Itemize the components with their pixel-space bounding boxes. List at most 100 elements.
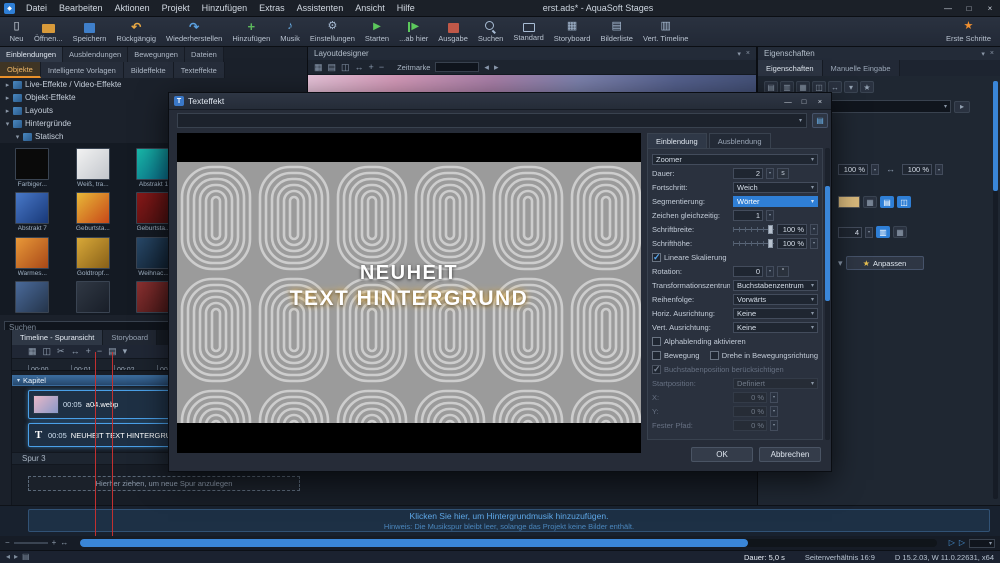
step-forward-icon[interactable] bbox=[494, 63, 499, 72]
menu-item[interactable]: Bearbeiten bbox=[53, 0, 109, 17]
toolbar-button[interactable]: Musik bbox=[275, 18, 305, 46]
alphablending-checkbox[interactable] bbox=[652, 337, 661, 346]
color-swatch[interactable] bbox=[838, 196, 860, 208]
menu-item[interactable]: Projekt bbox=[156, 0, 196, 17]
toolbar-button[interactable]: Starten bbox=[360, 18, 394, 46]
toolbar-button[interactable]: Neu bbox=[4, 18, 29, 46]
zoom-in-icon[interactable] bbox=[369, 63, 374, 72]
tab-ausblendung[interactable]: Ausblendung bbox=[709, 133, 771, 148]
background-thumbnail[interactable] bbox=[63, 278, 124, 315]
playhead-marker[interactable] bbox=[112, 352, 113, 536]
play-range-icon[interactable] bbox=[959, 539, 965, 547]
tab-objekte[interactable]: Objekte bbox=[0, 62, 41, 78]
option-button[interactable] bbox=[893, 226, 907, 238]
tab-eigenschaften[interactable]: Eigenschaften bbox=[758, 60, 823, 76]
pan-icon[interactable] bbox=[71, 347, 80, 356]
dialog-titlebar[interactable]: T Texteffekt bbox=[169, 93, 831, 110]
property-button[interactable] bbox=[954, 101, 970, 113]
stepper[interactable] bbox=[865, 227, 873, 238]
zoom-in-icon[interactable] bbox=[86, 347, 91, 356]
tree-caret-icon[interactable]: ▸ bbox=[2, 94, 13, 102]
tree-caret-icon[interactable]: ▸ bbox=[2, 81, 13, 89]
toolbar-button[interactable]: Storyboard bbox=[549, 18, 596, 46]
tab-bewegungen[interactable]: Bewegungen bbox=[128, 47, 185, 62]
zeitmarke-input[interactable] bbox=[435, 62, 479, 72]
maximize-icon[interactable] bbox=[798, 97, 810, 106]
menu-item[interactable]: Assistenten bbox=[291, 0, 350, 17]
step-back-icon[interactable] bbox=[484, 63, 489, 72]
split-view-icon[interactable] bbox=[43, 347, 52, 356]
pan-icon[interactable] bbox=[355, 63, 364, 72]
format-icon-button[interactable] bbox=[860, 81, 874, 93]
stepper[interactable] bbox=[935, 164, 943, 175]
schrifthoehe-slider[interactable] bbox=[733, 238, 774, 249]
panel-menu-icon[interactable] bbox=[981, 50, 985, 58]
tab-texteffekte[interactable]: Texteffekte bbox=[174, 62, 225, 78]
panel-close-icon[interactable] bbox=[746, 50, 750, 57]
more-options-icon[interactable] bbox=[123, 347, 128, 356]
tree-caret-icon[interactable]: ▾ bbox=[12, 133, 23, 141]
schrifthoehe-stepper[interactable] bbox=[810, 238, 818, 249]
count-input[interactable]: 4 bbox=[838, 227, 862, 238]
zeichen-input[interactable]: 1 bbox=[733, 210, 763, 221]
toolbar-button[interactable]: Speichern bbox=[68, 18, 112, 46]
menu-item[interactable]: Aktionen bbox=[109, 0, 156, 17]
timeline-scrollbar[interactable] bbox=[80, 539, 936, 547]
background-thumbnail[interactable] bbox=[2, 278, 63, 315]
toolbar-button[interactable]: Einstellungen bbox=[305, 18, 360, 46]
menu-item[interactable]: Hinzufügen bbox=[196, 0, 254, 17]
drehe-checkbox[interactable] bbox=[710, 351, 719, 360]
schriftbreite-slider[interactable] bbox=[733, 224, 774, 235]
toolbar-button[interactable]: Hinzufügen bbox=[227, 18, 275, 46]
toolbar-button[interactable]: Suchen bbox=[473, 18, 508, 46]
close-icon[interactable] bbox=[984, 4, 996, 13]
background-thumbnail[interactable]: Goldtropf... bbox=[63, 234, 124, 278]
tab-timeline-spuransicht[interactable]: Timeline - Spuransicht bbox=[12, 330, 103, 345]
scale-width-input[interactable]: 100 % bbox=[838, 164, 868, 175]
tab-intelligente-vorlagen[interactable]: Intelligente Vorlagen bbox=[41, 62, 124, 78]
schriftbreite-stepper[interactable] bbox=[810, 224, 818, 235]
buchstabenposition-checkbox[interactable] bbox=[652, 365, 661, 374]
close-icon[interactable] bbox=[814, 97, 826, 106]
dauer-input[interactable]: 2 bbox=[733, 168, 763, 179]
toolbar-button[interactable]: Wiederherstellen bbox=[161, 18, 227, 46]
grid-icon[interactable] bbox=[314, 63, 323, 72]
zoom-out-icon[interactable] bbox=[97, 347, 102, 356]
background-thumbnail[interactable]: Geburtsta... bbox=[63, 189, 124, 233]
split-view-icon[interactable] bbox=[341, 63, 350, 72]
minimize-icon[interactable] bbox=[782, 97, 794, 106]
vert-ausrichtung-select[interactable]: Keine bbox=[733, 322, 818, 333]
ok-button[interactable]: OK bbox=[691, 447, 753, 462]
transformationszentrum-select[interactable]: Buchstabenzentrum bbox=[733, 280, 818, 291]
startposition-select[interactable]: Definiert bbox=[733, 378, 818, 389]
preset-select[interactable] bbox=[177, 113, 807, 128]
options-select[interactable] bbox=[969, 539, 995, 548]
x-input[interactable]: 0 % bbox=[733, 392, 767, 403]
lineare-skalierung-checkbox[interactable] bbox=[652, 253, 661, 262]
color-tool-button[interactable] bbox=[897, 196, 911, 208]
tab-ausblendungen[interactable]: Ausblendungen bbox=[63, 47, 128, 62]
tab-einblendung[interactable]: Einblendung bbox=[647, 133, 707, 148]
music-track[interactable]: Klicken Sie hier, um Hintergrundmusik hi… bbox=[28, 509, 990, 532]
fortschritt-select[interactable]: Weich bbox=[733, 182, 818, 193]
tree-caret-icon[interactable]: ▾ bbox=[2, 120, 13, 128]
reihenfolge-select[interactable]: Vorwärts bbox=[733, 294, 818, 305]
new-track-drop-zone[interactable]: Hierher ziehen, um neue Spur anzulegen bbox=[28, 476, 300, 491]
fester-pfad-stepper[interactable] bbox=[770, 420, 778, 431]
dauer-stepper[interactable] bbox=[766, 168, 774, 179]
x-stepper[interactable] bbox=[770, 392, 778, 403]
toolbar-button[interactable]: Bilderliste bbox=[595, 18, 638, 46]
rotation-stepper[interactable] bbox=[766, 266, 774, 277]
zoom-in-icon[interactable] bbox=[52, 539, 57, 547]
toolbar-button[interactable]: Öffnen... bbox=[29, 18, 68, 46]
panel-close-icon[interactable] bbox=[990, 50, 994, 57]
menu-item[interactable]: Ansicht bbox=[349, 0, 391, 17]
color-tool-button[interactable] bbox=[863, 196, 877, 208]
grid-view-icon[interactable] bbox=[28, 347, 37, 356]
toolbar-button[interactable]: Ausgabe bbox=[433, 18, 473, 46]
tab-einblendungen[interactable]: Einblendungen bbox=[0, 47, 63, 62]
zeichen-stepper[interactable] bbox=[766, 210, 774, 221]
link-icon[interactable] bbox=[886, 165, 895, 174]
horiz-ausrichtung-select[interactable]: Keine bbox=[733, 308, 818, 319]
bewegung-checkbox[interactable] bbox=[652, 351, 661, 360]
